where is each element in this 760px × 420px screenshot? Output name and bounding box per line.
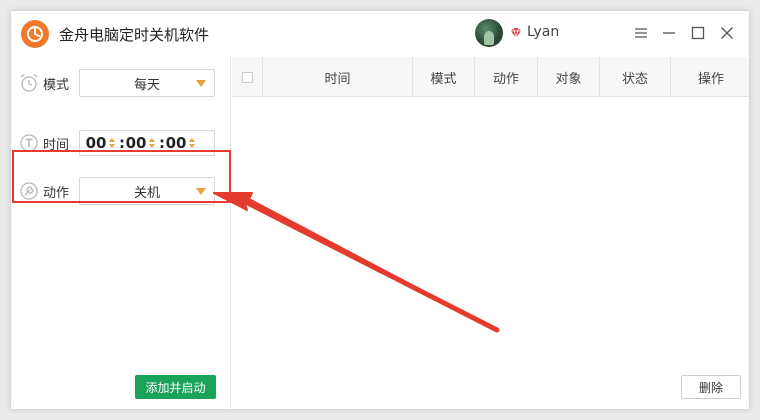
maximize-icon bbox=[691, 26, 705, 40]
column-header-time: 时间 bbox=[262, 57, 412, 97]
select-all-checkbox[interactable] bbox=[241, 71, 253, 83]
chevron-down-icon bbox=[196, 80, 206, 87]
menu-button[interactable] bbox=[631, 23, 651, 43]
delete-button[interactable]: 删除 bbox=[681, 375, 741, 399]
diamond-icon bbox=[511, 27, 521, 39]
username[interactable]: Lyan bbox=[527, 24, 559, 40]
close-icon bbox=[721, 27, 733, 39]
app-window: 金舟电脑定时关机软件 Lyan 模式 每天 时间 00: 00: 00 动作… bbox=[10, 10, 750, 410]
mode-row: 模式 bbox=[19, 69, 83, 97]
annotation-highlight-box bbox=[12, 150, 231, 203]
app-title: 金舟电脑定时关机软件 bbox=[59, 26, 210, 44]
seconds-stepper[interactable] bbox=[189, 137, 197, 149]
mode-select-value: 每天 bbox=[133, 77, 160, 93]
alarm-clock-icon bbox=[20, 74, 38, 92]
add-and-start-button[interactable]: 添加并启动 bbox=[135, 375, 216, 399]
minimize-icon bbox=[663, 32, 675, 34]
select-all-header bbox=[232, 57, 262, 97]
minutes-stepper[interactable] bbox=[149, 137, 157, 149]
task-table: 时间 模式 动作 对象 状态 操作 删除 bbox=[232, 57, 749, 409]
column-header-operation: 操作 bbox=[670, 57, 749, 97]
title-bar: 金舟电脑定时关机软件 Lyan bbox=[11, 11, 749, 57]
menu-icon bbox=[635, 28, 647, 38]
column-header-target: 对象 bbox=[537, 57, 599, 97]
mode-select[interactable]: 每天 bbox=[79, 69, 215, 97]
settings-panel: 模式 每天 时间 00 : 00 : 00 动作 关机 添加并启动 bbox=[11, 57, 231, 409]
minimize-button[interactable] bbox=[659, 23, 679, 43]
app-logo-icon bbox=[21, 20, 49, 48]
table-header: 时间 模式 动作 对象 状态 操作 bbox=[232, 57, 749, 97]
column-header-mode: 模式 bbox=[412, 57, 474, 97]
maximize-button[interactable] bbox=[688, 23, 708, 43]
mode-label: 模式 bbox=[43, 77, 70, 93]
close-button[interactable] bbox=[717, 23, 737, 43]
user-avatar[interactable] bbox=[475, 19, 503, 47]
column-header-action: 动作 bbox=[474, 57, 537, 97]
hours-stepper[interactable] bbox=[109, 137, 117, 149]
column-header-status: 状态 bbox=[599, 57, 670, 97]
